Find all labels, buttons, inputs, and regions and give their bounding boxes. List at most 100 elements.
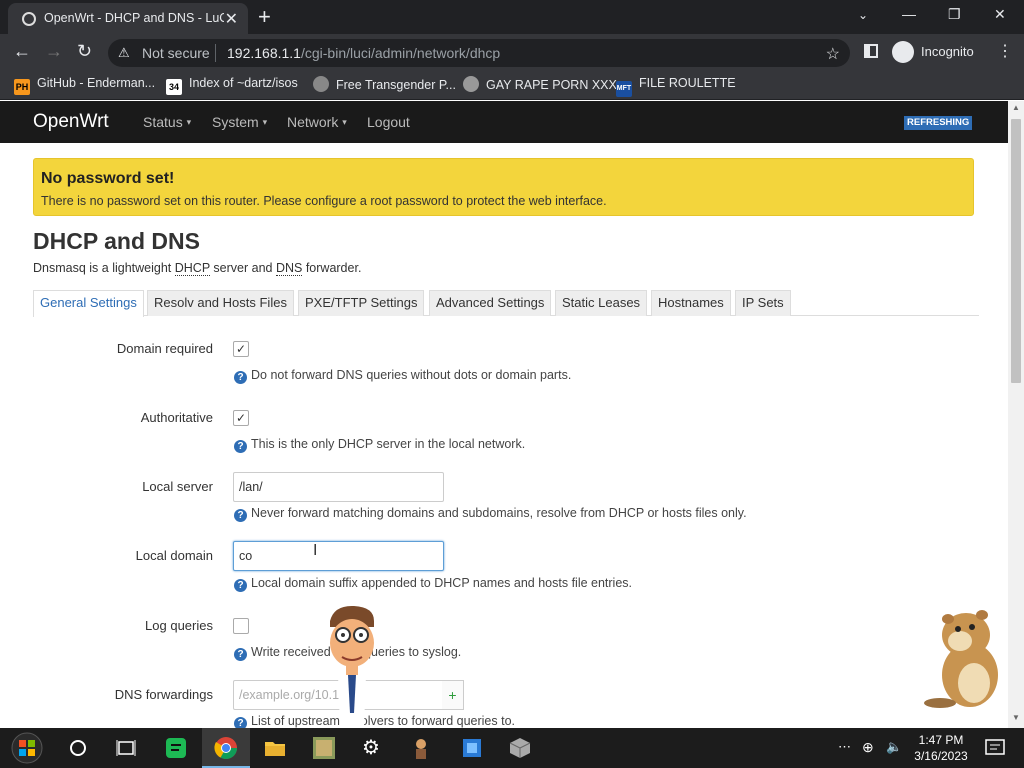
browser-tab[interactable]: OpenWrt - DHCP and DNS - LuCI ✕ bbox=[8, 3, 248, 34]
tab-hostnames[interactable]: Hostnames bbox=[651, 290, 731, 316]
maximize-button[interactable]: ❐ bbox=[948, 6, 961, 23]
new-tab-button[interactable]: + bbox=[258, 4, 271, 30]
page-viewport: OpenWrt Status ▾ System ▾ Network ▾ Logo… bbox=[0, 101, 1008, 728]
bookmark-label: Index of ~dartz/isos bbox=[189, 76, 298, 90]
menu-system[interactable]: System ▾ bbox=[212, 114, 267, 130]
desc-text: server and bbox=[209, 261, 276, 275]
bookmark-label: FILE ROULETTE bbox=[639, 76, 736, 90]
local-server-label: Local server bbox=[142, 479, 213, 494]
warning-icon[interactable]: ⚠ bbox=[118, 45, 130, 61]
domain-required-checkbox[interactable]: ✓ bbox=[233, 341, 249, 357]
bookmark-item[interactable]: GAY RAPE PORN XXX bbox=[463, 76, 617, 92]
brand-logo[interactable]: OpenWrt bbox=[33, 111, 109, 133]
forward-button[interactable]: → bbox=[45, 41, 63, 62]
local-domain-input[interactable]: co bbox=[233, 541, 444, 571]
caret-down-icon: ▾ bbox=[342, 117, 347, 127]
volume-icon[interactable]: 🔈 bbox=[886, 739, 902, 755]
tab-search-icon[interactable]: ⌄ bbox=[858, 8, 868, 22]
help-icon: ? bbox=[234, 717, 247, 728]
help-text: Never forward matching domains and subdo… bbox=[251, 506, 747, 520]
app-cube-icon[interactable] bbox=[508, 736, 532, 760]
tab-general-settings[interactable]: General Settings bbox=[33, 290, 144, 317]
bookmark-item[interactable]: 34 Index of ~dartz/isos bbox=[166, 76, 298, 95]
domain-required-help: ? Do not forward DNS queries without dots… bbox=[234, 368, 571, 384]
bookmark-star-icon[interactable]: ☆ bbox=[826, 44, 840, 64]
authoritative-checkbox[interactable]: ✓ bbox=[233, 410, 249, 426]
start-button-icon[interactable] bbox=[9, 732, 45, 764]
not-secure-label[interactable]: Not secure bbox=[142, 45, 210, 61]
page-scrollbar[interactable]: ▲ ▼ bbox=[1008, 101, 1024, 728]
refreshing-badge[interactable]: REFRESHING bbox=[904, 116, 973, 130]
app-tile-icon[interactable] bbox=[312, 736, 336, 760]
url-host: 192.168.1.1 bbox=[227, 45, 301, 61]
close-window-button[interactable]: ✕ bbox=[994, 6, 1006, 23]
browser-menu-icon[interactable]: ⋮ bbox=[997, 41, 1013, 61]
tab-close-icon[interactable]: ✕ bbox=[225, 9, 238, 29]
network-globe-icon[interactable]: ⊕ bbox=[862, 739, 874, 756]
address-bar[interactable]: ⚠ Not secure 192.168.1.1/cgi-bin/luci/ad… bbox=[108, 39, 850, 67]
help-icon: ? bbox=[234, 371, 247, 384]
dns-forwardings-label: DNS forwardings bbox=[114, 687, 213, 702]
tray-overflow-icon[interactable]: ⋯ bbox=[838, 739, 851, 755]
menu-logout[interactable]: Logout bbox=[367, 114, 410, 130]
bookmark-favicon-icon: MFT bbox=[616, 81, 632, 97]
settings-tabs: General Settings Resolv and Hosts Files … bbox=[33, 290, 979, 317]
reload-button[interactable]: ↻ bbox=[77, 41, 92, 62]
dhcp-abbr: DHCP bbox=[174, 261, 210, 276]
settings-gear-icon[interactable]: ⚙ bbox=[362, 735, 380, 760]
back-button[interactable]: ← bbox=[13, 41, 31, 62]
desc-text: Dnsmasq is a lightweight bbox=[33, 261, 175, 275]
page-description: Dnsmasq is a lightweight DHCP server and… bbox=[33, 261, 361, 276]
tab-static-leases[interactable]: Static Leases bbox=[555, 290, 648, 316]
file-explorer-icon[interactable] bbox=[263, 736, 287, 760]
log-queries-checkbox[interactable] bbox=[233, 618, 249, 634]
app-blue-icon[interactable] bbox=[460, 736, 484, 760]
authoritative-help: ? This is the only DHCP server in the loc… bbox=[234, 437, 525, 453]
omnibox-divider bbox=[215, 44, 216, 62]
minimize-button[interactable]: — bbox=[902, 6, 916, 22]
bookmark-favicon-icon: 34 bbox=[166, 79, 182, 95]
local-domain-label: Local domain bbox=[135, 548, 213, 563]
bookmark-item[interactable]: Free Transgender P... bbox=[313, 76, 456, 92]
help-text: List of upstream resolvers to forward qu… bbox=[251, 714, 516, 728]
incognito-label: Incognito bbox=[921, 44, 974, 59]
alert-text: There is no password set on this router.… bbox=[41, 194, 607, 208]
app-figure-icon[interactable] bbox=[409, 736, 433, 760]
bookmark-item[interactable]: PH GitHub - Enderman... bbox=[14, 76, 155, 95]
menu-network[interactable]: Network ▾ bbox=[287, 114, 347, 130]
menu-status[interactable]: Status ▾ bbox=[143, 114, 191, 130]
browser-tab-strip: OpenWrt - DHCP and DNS - LuCI ✕ + ⌄ — ❐ … bbox=[0, 0, 1024, 34]
scrollbar-thumb[interactable] bbox=[1011, 119, 1021, 383]
chrome-icon[interactable] bbox=[214, 736, 238, 760]
luci-header: OpenWrt Status ▾ System ▾ Network ▾ Logo… bbox=[0, 101, 1008, 143]
menu-label: Status bbox=[143, 114, 183, 130]
app-green-icon[interactable] bbox=[164, 736, 188, 760]
page-title: DHCP and DNS bbox=[33, 228, 200, 254]
menu-label: Network bbox=[287, 114, 339, 130]
clock-time: 1:47 PM bbox=[918, 733, 964, 747]
bookmarks-bar: PH GitHub - Enderman... 34 Index of ~dartz… bbox=[0, 70, 1024, 100]
tab-advanced-settings[interactable]: Advanced Settings bbox=[429, 290, 552, 316]
url-text[interactable]: 192.168.1.1/cgi-bin/luci/admin/network/d… bbox=[227, 45, 500, 61]
notification-center-icon[interactable] bbox=[983, 736, 1007, 760]
scroll-up-icon[interactable]: ▲ bbox=[1012, 103, 1020, 112]
tab-resolv-hosts[interactable]: Resolv and Hosts Files bbox=[147, 290, 294, 316]
no-password-alert: No password set! There is no password se… bbox=[33, 158, 974, 216]
search-icon[interactable] bbox=[66, 736, 90, 760]
help-text: Do not forward DNS queries without dots … bbox=[251, 368, 572, 382]
task-view-icon[interactable] bbox=[114, 736, 138, 760]
windows-taskbar: ⚙ ⋯ ⊕ 🔈 1:47 PM 3/16/2023 bbox=[0, 728, 1024, 768]
bookmark-item[interactable]: MFT FILE ROULETTE bbox=[616, 76, 736, 97]
bookmark-label: GAY RAPE PORN XXX bbox=[486, 78, 617, 92]
local-server-help: ? Never forward matching domains and subd… bbox=[234, 506, 747, 522]
bookmark-favicon-icon bbox=[313, 76, 329, 92]
add-forwarding-button[interactable]: + bbox=[442, 680, 464, 710]
scroll-down-icon[interactable]: ▼ bbox=[1012, 713, 1020, 722]
side-panel-icon[interactable] bbox=[864, 44, 878, 58]
incognito-icon bbox=[892, 41, 914, 63]
tab-pxe-tftp[interactable]: PXE/TFTP Settings bbox=[298, 290, 425, 316]
alert-title: No password set! bbox=[41, 170, 175, 187]
taskbar-clock[interactable]: 1:47 PM 3/16/2023 bbox=[910, 732, 972, 764]
local-server-input[interactable]: /lan/ bbox=[233, 472, 444, 502]
tab-ip-sets[interactable]: IP Sets bbox=[735, 290, 791, 316]
